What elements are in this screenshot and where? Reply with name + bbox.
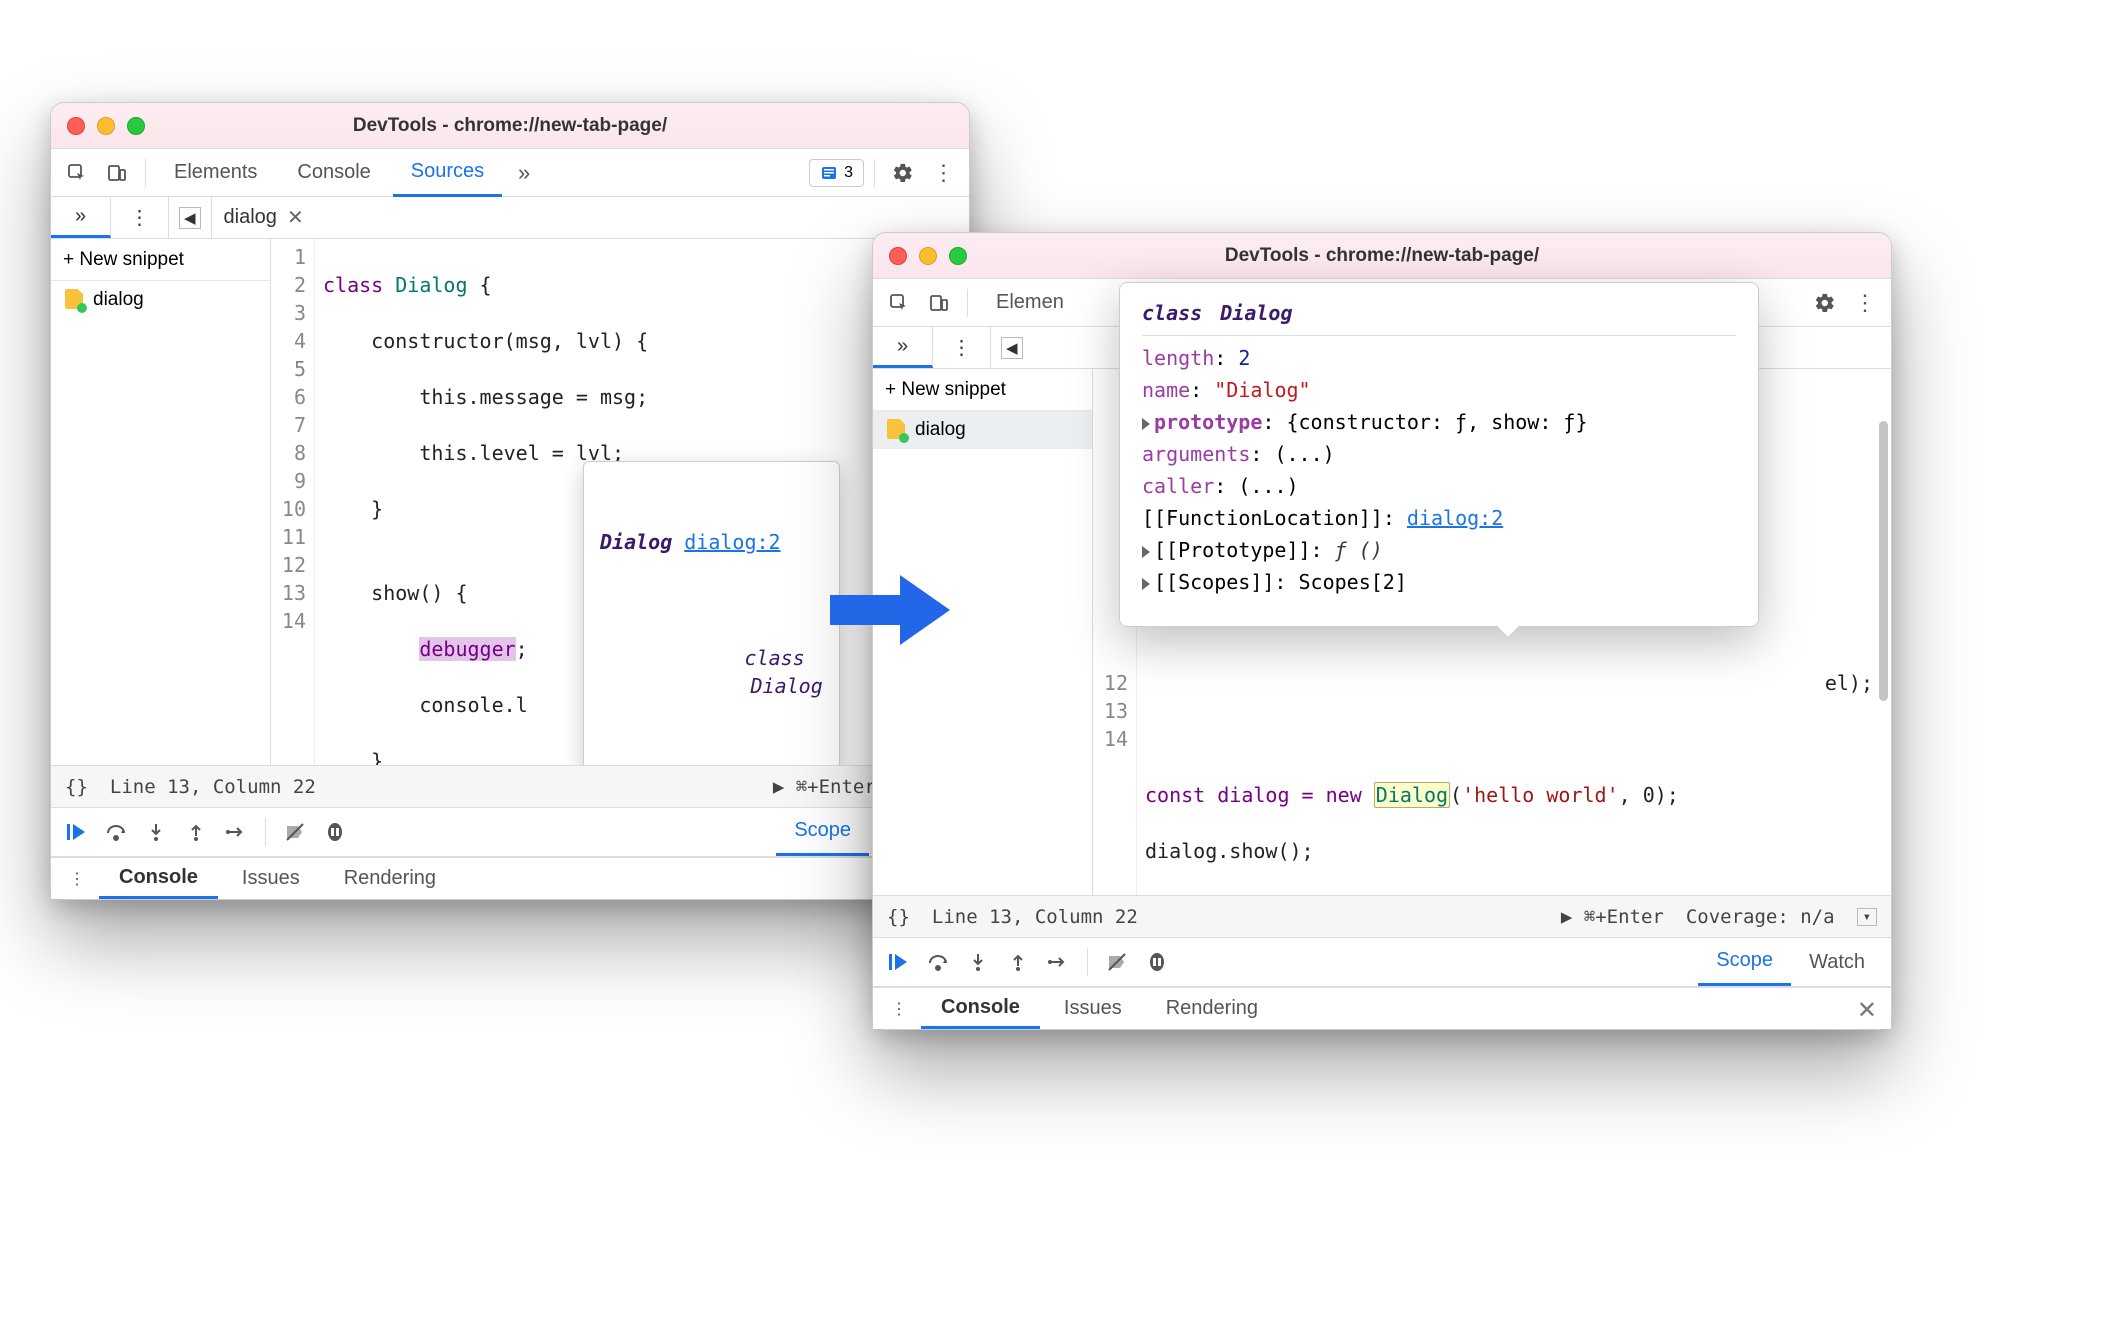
step-icon[interactable] bbox=[219, 815, 253, 849]
expand-caret-icon[interactable] bbox=[1142, 418, 1150, 430]
function-location-link[interactable]: dialog:2 bbox=[1407, 506, 1503, 530]
pause-on-exceptions-icon[interactable] bbox=[1140, 945, 1174, 979]
navigator-chevron-icon[interactable]: » bbox=[873, 327, 933, 368]
maximize-window[interactable] bbox=[127, 117, 145, 135]
code-content[interactable]: class Dialog { constructor(msg, lvl) { t… bbox=[315, 239, 969, 765]
file-nav-back-icon[interactable]: ◀ bbox=[179, 207, 201, 229]
window-title: DevTools - chrome://new-tab-page/ bbox=[873, 245, 1891, 267]
close-window[interactable] bbox=[67, 117, 85, 135]
tab-elements[interactable]: Elemen bbox=[978, 279, 1082, 327]
close-window[interactable] bbox=[889, 247, 907, 265]
line-gutter: 12 34 56 78 910 1112 1314 bbox=[271, 239, 315, 765]
new-snippet-button[interactable]: + New snippet bbox=[51, 239, 270, 281]
scope-tab[interactable]: Scope bbox=[1698, 938, 1791, 986]
tab-sources[interactable]: Sources bbox=[393, 149, 502, 197]
maximize-window[interactable] bbox=[949, 247, 967, 265]
braces-icon[interactable]: {} bbox=[65, 776, 88, 798]
tab-elements[interactable]: Elements bbox=[156, 149, 275, 197]
expand-caret-icon[interactable] bbox=[1142, 578, 1150, 590]
snippet-label: dialog bbox=[93, 289, 144, 311]
kebab-menu-icon[interactable]: ⋮ bbox=[1847, 285, 1883, 321]
pause-on-exceptions-icon[interactable] bbox=[318, 815, 352, 849]
settings-gear-icon[interactable] bbox=[1807, 285, 1843, 321]
debugger-toolbar: Scope Watch bbox=[51, 807, 969, 857]
run-shortcut[interactable]: ▶ ⌘+Enter bbox=[1561, 906, 1664, 928]
step-icon[interactable] bbox=[1041, 945, 1075, 979]
drawer-kebab-icon[interactable]: ⋮ bbox=[59, 861, 95, 897]
titlebar: DevTools - chrome://new-tab-page/ bbox=[873, 233, 1891, 279]
code-editor[interactable]: 12 34 56 78 910 1112 1314 class Dialog {… bbox=[271, 239, 969, 765]
object-properties-popup[interactable]: class Dialog length: 2 name: "Dialog" pr… bbox=[1119, 282, 1759, 627]
inspect-element-icon[interactable] bbox=[881, 285, 917, 321]
close-drawer-icon[interactable]: ✕ bbox=[1857, 996, 1877, 1025]
cursor-position: Line 13, Column 22 bbox=[110, 776, 316, 798]
resume-icon[interactable] bbox=[59, 815, 93, 849]
settings-gear-icon[interactable] bbox=[885, 155, 921, 191]
dropdown-icon[interactable]: ▾ bbox=[1857, 908, 1877, 926]
file-tab-label[interactable]: dialog bbox=[224, 206, 277, 229]
navigator-chevron-icon[interactable]: » bbox=[51, 197, 111, 238]
watch-tab[interactable]: Watch bbox=[1791, 938, 1883, 986]
step-into-icon[interactable] bbox=[961, 945, 995, 979]
drawer-tab-issues[interactable]: Issues bbox=[1044, 988, 1142, 1029]
deactivate-breakpoints-icon[interactable] bbox=[278, 815, 312, 849]
new-snippet-button[interactable]: + New snippet bbox=[873, 369, 1092, 411]
debugger-toolbar: Scope Watch bbox=[873, 937, 1891, 987]
popup-class-name: Dialog bbox=[600, 528, 672, 556]
drawer-tab-issues[interactable]: Issues bbox=[222, 858, 320, 899]
file-nav-back-icon[interactable]: ◀ bbox=[1001, 337, 1023, 359]
step-over-icon[interactable] bbox=[921, 945, 955, 979]
scrollbar-thumb[interactable] bbox=[1879, 421, 1888, 701]
braces-icon[interactable]: {} bbox=[887, 906, 910, 928]
step-over-icon[interactable] bbox=[99, 815, 133, 849]
main-toolbar: Elements Console Sources » 3 ⋮ bbox=[51, 149, 969, 197]
issues-count: 3 bbox=[844, 164, 853, 182]
step-out-icon[interactable] bbox=[179, 815, 213, 849]
status-bar: {} Line 13, Column 22 ▶ ⌘+Enter Coverage… bbox=[873, 895, 1891, 937]
kebab-menu-icon[interactable]: ⋮ bbox=[925, 155, 961, 191]
popup-source-link[interactable]: dialog:2 bbox=[684, 528, 780, 556]
issues-badge[interactable]: 3 bbox=[809, 159, 864, 187]
expand-caret-icon[interactable] bbox=[1142, 546, 1150, 558]
device-toolbar-icon[interactable] bbox=[99, 155, 135, 191]
status-bar: {} Line 13, Column 22 ▶ ⌘+Enter Cover bbox=[51, 765, 969, 807]
drawer: ⋮ Console Issues Rendering bbox=[51, 857, 969, 899]
snippet-file-icon bbox=[63, 289, 85, 311]
deactivate-breakpoints-icon[interactable] bbox=[1100, 945, 1134, 979]
coverage-label: Coverage: n/a bbox=[1686, 906, 1835, 928]
cursor-position: Line 13, Column 22 bbox=[932, 906, 1138, 928]
step-out-icon[interactable] bbox=[1001, 945, 1035, 979]
scope-tab[interactable]: Scope bbox=[776, 808, 869, 856]
transition-arrow-icon bbox=[830, 575, 950, 645]
drawer-tab-console[interactable]: Console bbox=[921, 988, 1040, 1029]
snippet-item-dialog[interactable]: dialog bbox=[51, 281, 270, 319]
drawer: ⋮ Console Issues Rendering ✕ bbox=[873, 987, 1891, 1029]
navigator-kebab-icon[interactable]: ⋮ bbox=[933, 327, 991, 368]
sidebar: + New snippet dialog bbox=[51, 239, 271, 765]
snippet-label: dialog bbox=[915, 419, 966, 441]
minimize-window[interactable] bbox=[919, 247, 937, 265]
navigator-kebab-icon[interactable]: ⋮ bbox=[111, 197, 169, 238]
close-file-icon[interactable]: ✕ bbox=[287, 205, 304, 230]
snippet-item-dialog[interactable]: dialog bbox=[873, 411, 1092, 449]
hover-popup: Dialog dialog:2 class Dialog bbox=[583, 461, 840, 765]
more-tabs-chevron-icon[interactable]: » bbox=[506, 155, 542, 191]
run-shortcut[interactable]: ▶ ⌘+Enter bbox=[773, 776, 876, 798]
titlebar: DevTools - chrome://new-tab-page/ bbox=[51, 103, 969, 149]
tab-console[interactable]: Console bbox=[279, 149, 388, 197]
inspect-element-icon[interactable] bbox=[59, 155, 95, 191]
drawer-tab-rendering[interactable]: Rendering bbox=[324, 858, 456, 899]
window-title: DevTools - chrome://new-tab-page/ bbox=[51, 115, 969, 137]
secondary-toolbar: » ⋮ ◀ dialog ✕ bbox=[51, 197, 969, 239]
device-toolbar-icon[interactable] bbox=[921, 285, 957, 321]
drawer-tab-rendering[interactable]: Rendering bbox=[1146, 988, 1278, 1029]
minimize-window[interactable] bbox=[97, 117, 115, 135]
snippet-file-icon bbox=[885, 419, 907, 441]
step-into-icon[interactable] bbox=[139, 815, 173, 849]
drawer-kebab-icon[interactable]: ⋮ bbox=[881, 991, 917, 1027]
resume-icon[interactable] bbox=[881, 945, 915, 979]
drawer-tab-console[interactable]: Console bbox=[99, 858, 218, 899]
